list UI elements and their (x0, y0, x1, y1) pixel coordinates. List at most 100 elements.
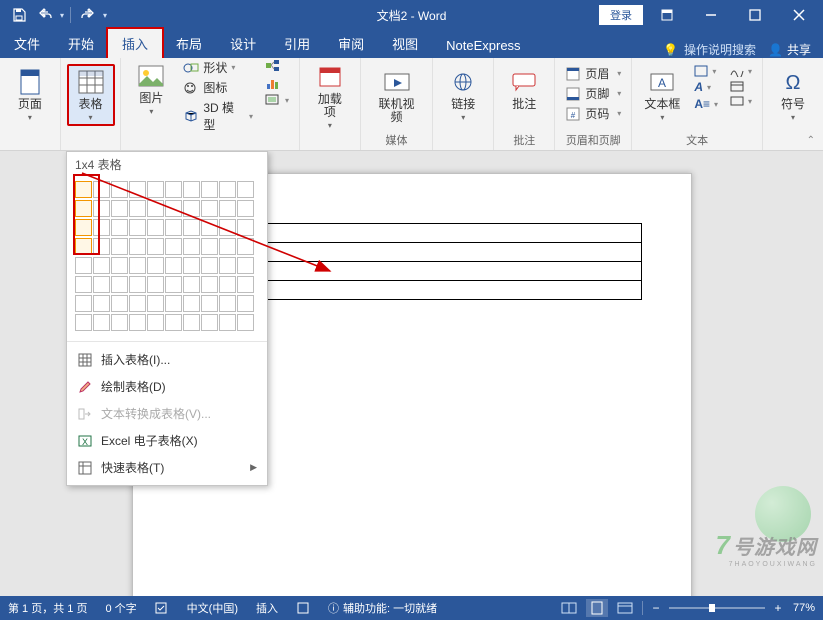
table-grid-cell[interactable] (219, 219, 236, 236)
table-grid-cell[interactable] (111, 238, 128, 255)
table-grid-cell[interactable] (147, 181, 164, 198)
share-button[interactable]: 👤共享 (768, 41, 811, 58)
zoom-in-button[interactable]: + (771, 601, 785, 615)
insert-table-menuitem[interactable]: 插入表格(I)... (67, 346, 267, 373)
login-button[interactable]: 登录 (599, 5, 643, 25)
table-grid-cell[interactable] (75, 200, 92, 217)
table-grid-cell[interactable] (165, 181, 182, 198)
tab-file[interactable]: 文件 (0, 29, 54, 58)
minimize-button[interactable] (691, 0, 731, 30)
table-grid-cell[interactable] (165, 276, 182, 293)
table-grid-cell[interactable] (219, 314, 236, 331)
zoom-slider[interactable] (669, 607, 765, 609)
word-count[interactable]: 0 个字 (103, 600, 138, 616)
web-layout-button[interactable] (614, 599, 636, 617)
table-grid-cell[interactable] (93, 314, 110, 331)
table-grid-cell[interactable] (129, 219, 146, 236)
table-grid-cell[interactable] (237, 257, 254, 274)
table-grid-cell[interactable] (237, 276, 254, 293)
table-grid-cell[interactable] (183, 257, 200, 274)
table-grid-cell[interactable] (75, 257, 92, 274)
table-grid-cell[interactable] (111, 200, 128, 217)
table-grid-cell[interactable] (183, 181, 200, 198)
table-grid-cell[interactable] (147, 200, 164, 217)
language-status[interactable]: 中文(中国) (185, 600, 240, 616)
table-button[interactable]: 表格▾ (67, 64, 115, 126)
table-grid-cell[interactable] (201, 238, 218, 255)
table-grid-cell[interactable] (183, 276, 200, 293)
table-grid-cell[interactable] (201, 314, 218, 331)
table-grid-cell[interactable] (183, 200, 200, 217)
datetime-button[interactable] (726, 79, 756, 93)
comment-button[interactable]: 批注 (500, 64, 548, 115)
chart-button[interactable] (261, 75, 293, 91)
pictures-button[interactable]: 图片▾ (127, 58, 175, 120)
table-grid-cell[interactable] (93, 200, 110, 217)
smartart-button[interactable] (261, 58, 293, 74)
redo-button[interactable] (77, 4, 99, 26)
qat-customize-icon[interactable]: ▾ (103, 11, 107, 20)
table-grid-cell[interactable] (219, 295, 236, 312)
3d-models-button[interactable]: 3D 模型▾ (179, 98, 257, 134)
tab-noteexpress[interactable]: NoteExpress (432, 33, 534, 58)
tab-home[interactable]: 开始 (54, 29, 108, 58)
table-grid-cell[interactable] (237, 219, 254, 236)
table-grid-cell[interactable] (129, 200, 146, 217)
table-grid-cell[interactable] (201, 181, 218, 198)
table-grid-cell[interactable] (165, 219, 182, 236)
table-grid-cell[interactable] (219, 257, 236, 274)
table-grid-cell[interactable] (111, 219, 128, 236)
undo-button[interactable] (34, 4, 56, 26)
maximize-button[interactable] (735, 0, 775, 30)
textbox-button[interactable]: A文本框▾ (638, 64, 686, 126)
macro-status[interactable] (294, 601, 312, 615)
quick-tables-menuitem[interactable]: 快速表格(T)▶ (67, 454, 267, 481)
table-grid-cell[interactable] (147, 295, 164, 312)
save-button[interactable] (8, 4, 30, 26)
tell-me-search[interactable]: 💡操作说明搜索 (663, 41, 756, 58)
table-size-grid[interactable] (67, 177, 267, 341)
table-grid-cell[interactable] (183, 238, 200, 255)
table-grid-cell[interactable] (219, 181, 236, 198)
table-grid-cell[interactable] (165, 238, 182, 255)
close-button[interactable] (779, 0, 819, 30)
table-grid-cell[interactable] (111, 314, 128, 331)
undo-dropdown-icon[interactable]: ▾ (60, 11, 64, 20)
table-grid-cell[interactable] (129, 257, 146, 274)
zoom-out-button[interactable]: − (649, 601, 663, 615)
table-grid-cell[interactable] (75, 314, 92, 331)
zoom-thumb[interactable] (709, 604, 715, 612)
icons-button[interactable]: 图标 (179, 78, 257, 97)
table-grid-cell[interactable] (183, 295, 200, 312)
table-grid-cell[interactable] (93, 257, 110, 274)
table-grid-cell[interactable] (129, 295, 146, 312)
print-layout-button[interactable] (586, 599, 608, 617)
table-grid-cell[interactable] (183, 314, 200, 331)
table-grid-cell[interactable] (219, 200, 236, 217)
screenshot-button[interactable]: ▾ (261, 92, 293, 108)
table-grid-cell[interactable] (147, 257, 164, 274)
addins-button[interactable]: 加载 项▾ (306, 59, 354, 134)
table-grid-cell[interactable] (111, 276, 128, 293)
read-mode-button[interactable] (558, 599, 580, 617)
table-grid-cell[interactable] (201, 257, 218, 274)
table-grid-cell[interactable] (237, 295, 254, 312)
ribbon-options-button[interactable] (647, 0, 687, 30)
table-grid-cell[interactable] (75, 276, 92, 293)
table-grid-cell[interactable] (75, 238, 92, 255)
table-grid-cell[interactable] (237, 181, 254, 198)
table-grid-cell[interactable] (201, 219, 218, 236)
table-grid-cell[interactable] (201, 276, 218, 293)
tab-view[interactable]: 视图 (378, 29, 432, 58)
table-grid-cell[interactable] (93, 295, 110, 312)
insert-mode[interactable]: 插入 (254, 600, 280, 616)
table-grid-cell[interactable] (165, 314, 182, 331)
table-grid-cell[interactable] (147, 276, 164, 293)
table-grid-cell[interactable] (111, 295, 128, 312)
table-grid-cell[interactable] (147, 238, 164, 255)
links-button[interactable]: 链接▾ (439, 64, 487, 126)
table-grid-cell[interactable] (75, 219, 92, 236)
excel-spreadsheet-menuitem[interactable]: XExcel 电子表格(X) (67, 427, 267, 454)
table-grid-cell[interactable] (111, 181, 128, 198)
quickparts-button[interactable]: ▾ (690, 64, 722, 78)
